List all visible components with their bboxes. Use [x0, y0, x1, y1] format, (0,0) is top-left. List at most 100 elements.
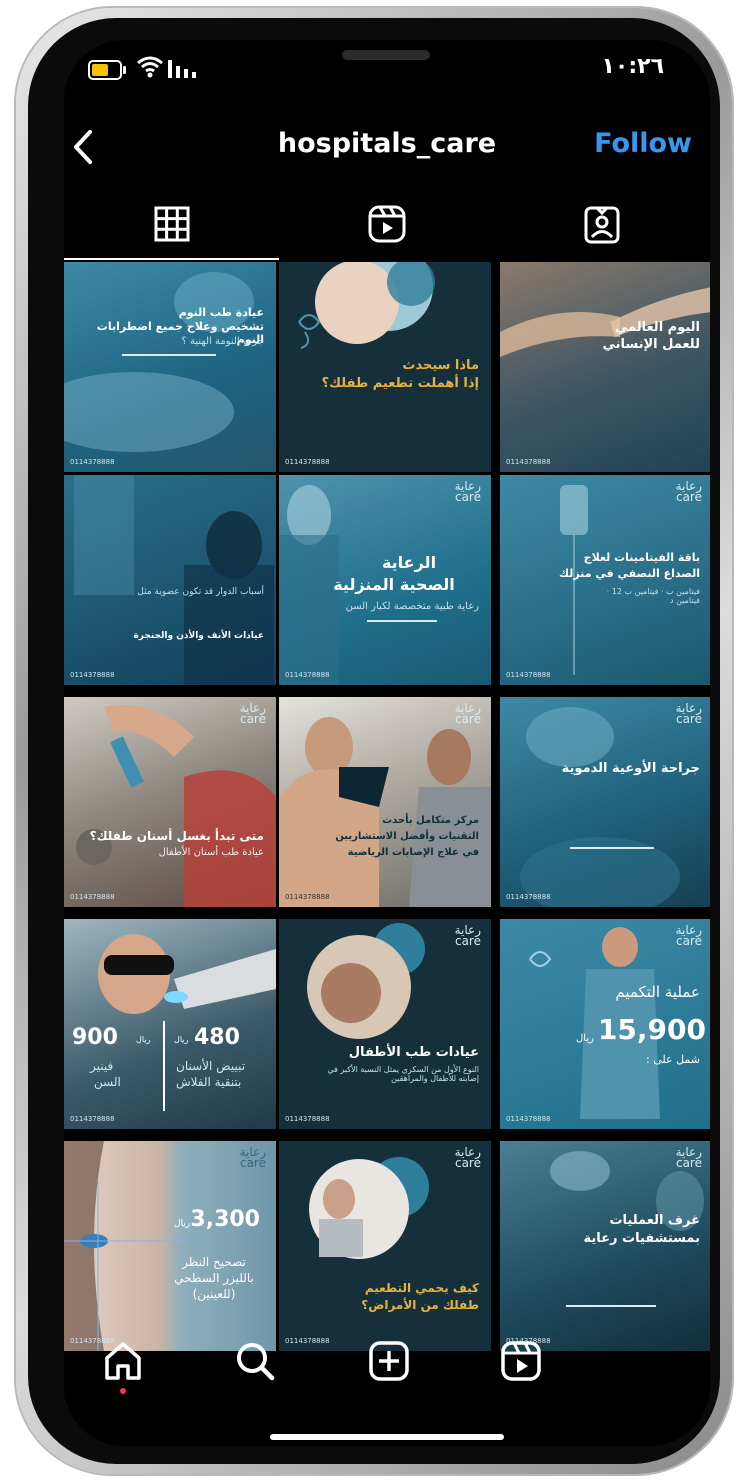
post-phone: 0114378888 [285, 893, 330, 901]
post-note: شمل على : [646, 1053, 700, 1066]
post-title: عيادات طب الأطفال [348, 1045, 479, 1060]
status-time: ١٠:٢٦ [601, 54, 664, 79]
post-photo [500, 287, 710, 357]
post-title: غرف العمليات [609, 1213, 700, 1228]
home-icon[interactable] [102, 1340, 144, 1382]
wifi-icon [137, 56, 163, 78]
post-photo [98, 934, 276, 1014]
post-tile[interactable]: رعاية care 3,300 ريال تصحيح النظر بالليزر… [64, 1141, 276, 1351]
post-title: عيادة طب النوم [178, 306, 264, 319]
notification-dot [120, 1388, 126, 1394]
tagged-icon [584, 206, 619, 244]
post-title: متى تبدأ بغسل أسنان طفلك؟ [89, 829, 264, 843]
post-tile[interactable]: 900 ريال فينير السن ريال 480 تبييض الأسن… [64, 919, 276, 1129]
post-tile[interactable]: رعاية care متى تبدأ بغسل أسنان طفلك؟ عياد… [64, 697, 276, 907]
post-tile[interactable]: اليوم العالمي للعمل الإنساني 0114378888 [500, 262, 710, 472]
post-note: بالليزر السطحي [174, 1271, 254, 1285]
post-photo [279, 717, 491, 907]
post-subtitle: طفلك من الأمراض؟ [361, 1298, 479, 1312]
post-tile[interactable]: رعاية care عملية التكميم 15,900 ريال شمل … [500, 919, 710, 1129]
post-price: 900 [72, 1025, 118, 1050]
profile-header: hospitals_care Follow [64, 120, 710, 176]
active-tab-indicator [64, 258, 279, 260]
post-currency: ريال [174, 1219, 191, 1229]
post-photo [550, 1151, 704, 1231]
reels-icon[interactable] [500, 1340, 542, 1382]
post-note: (للعينين) [192, 1287, 236, 1301]
home-indicator[interactable] [270, 1434, 504, 1440]
post-tile[interactable]: عيادة طب النوم تشخيص وعلاج جميع اضطرابات… [64, 262, 276, 472]
post-note: رعاية طبية متخصصة لكبار السن [345, 601, 479, 612]
post-label: بتنقية الفلاش [176, 1075, 242, 1089]
post-phone: 0114378888 [506, 671, 551, 679]
post-currency: ريال [136, 1035, 151, 1044]
post-price: 15,900 [597, 1013, 706, 1046]
post-title: باقة الفيتامينات لعلاج [583, 551, 700, 564]
post-note: في علاج الإصابات الرياضية [347, 847, 479, 858]
post-subtitle: عيادات الأنف والأذن والحنجرة [133, 631, 264, 641]
notch [204, 40, 514, 96]
phone-screen: ١٠:٢٦ hospitals_care Follow عيادة طب الن… [64, 40, 710, 1446]
post-note: النوع الأول من السكري يمثل النسبة الأكبر… [327, 1065, 479, 1083]
post-photo [74, 475, 274, 685]
post-title: أسباب الدوار قد تكون عضوية مثل [137, 587, 264, 597]
post-title: الرعاية [381, 553, 437, 572]
post-photo [560, 485, 588, 675]
tab-reels[interactable] [279, 200, 494, 260]
post-subtitle: بمستشفيات رعاية [583, 1231, 700, 1246]
post-photo [64, 1141, 184, 1351]
post-phone: 0114378888 [70, 1115, 115, 1123]
search-icon[interactable] [234, 1340, 276, 1382]
post-subtitle: تصحيح النظر [182, 1255, 246, 1269]
post-title: مركز متكامل بأحدث [382, 815, 479, 826]
post-title: اليوم العالمي [614, 320, 700, 335]
post-label: السن [94, 1075, 121, 1089]
tab-tagged[interactable] [494, 200, 709, 260]
post-photo [64, 272, 254, 452]
follow-button[interactable]: Follow [594, 128, 692, 159]
post-subtitle: عيادة طب أسنان الأطفال [158, 847, 264, 858]
post-title: كيف يحمي التطعيم [364, 1281, 479, 1295]
post-phone: 0114378888 [506, 1115, 551, 1123]
post-tile[interactable]: رعاية care عيادات طب الأطفال النوع الأول … [279, 919, 491, 1129]
post-phone: 0114378888 [285, 671, 330, 679]
post-tile[interactable]: رعاية care غرف العمليات بمستشفيات رعاية 0… [500, 1141, 710, 1351]
post-tile[interactable]: رعاية care الرعاية الصحية المنزلية رعاية … [279, 475, 491, 685]
post-title: عملية التكميم [615, 983, 700, 1001]
profile-tabs [64, 200, 710, 260]
post-tile[interactable]: رعاية care باقة الفيتامينات لعلاج الصداع … [500, 475, 710, 685]
post-subtitle: إذا أهملت تطعيم طفلك؟ [321, 376, 479, 391]
post-phone: 0114378888 [285, 458, 330, 466]
tab-posts-grid[interactable] [64, 200, 279, 260]
post-label: فينير [90, 1059, 114, 1073]
post-phone: 0114378888 [70, 458, 115, 466]
post-subtitle: للعمل الإنساني [602, 337, 700, 352]
post-photo [309, 1157, 429, 1259]
posts-grid: عيادة طب النوم تشخيص وعلاج جميع اضطرابات… [64, 262, 710, 1351]
post-photo [307, 923, 425, 1039]
post-price: 3,300 [190, 1207, 260, 1232]
grid-icon [154, 206, 189, 242]
post-title: جراحة الأوعية الدموية [561, 761, 700, 776]
post-currency: ريال [174, 1035, 189, 1044]
post-label: تبييض الأسنان [176, 1059, 246, 1073]
post-tile[interactable]: ماذا سيحدث إذا أهملت تطعيم طفلك؟ 0114378… [279, 262, 491, 472]
post-tile[interactable]: أسباب الدوار قد تكون عضوية مثل عيادات ال… [64, 475, 276, 685]
signal-icon [168, 60, 196, 78]
post-subtitle: الصحية المنزلية [333, 575, 455, 594]
post-phone: 0114378888 [70, 893, 115, 901]
speaker-grille [342, 50, 430, 60]
post-title: ماذا سيحدث [402, 358, 479, 373]
post-photo [520, 707, 680, 907]
bottom-nav [64, 1330, 710, 1400]
post-photo [76, 705, 276, 907]
reels-icon [368, 205, 405, 243]
post-subtitle: الصداع النصفي في منزلك [559, 567, 700, 580]
add-post-icon[interactable] [368, 1340, 410, 1382]
post-phone: 0114378888 [506, 893, 551, 901]
post-phone: 0114378888 [506, 458, 551, 466]
post-tile[interactable]: رعاية care مركز متكامل بأحدث التقنيات وأف… [279, 697, 491, 907]
post-tile[interactable]: رعاية care كيف يحمي التطعيم طفلك من الأمر… [279, 1141, 491, 1351]
post-price: 480 [194, 1025, 240, 1050]
post-tile[interactable]: رعاية care جراحة الأوعية الدموية 01143788… [500, 697, 710, 907]
